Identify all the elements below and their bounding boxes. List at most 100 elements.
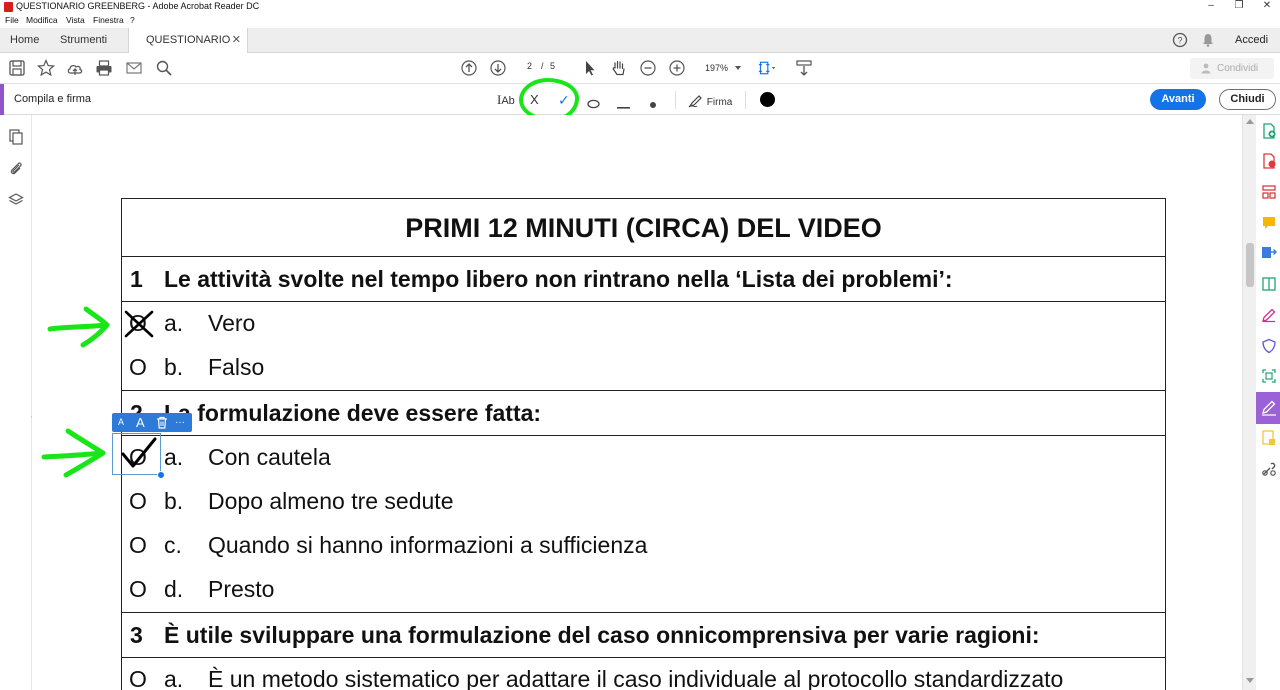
compress-icon[interactable] <box>1261 276 1277 292</box>
star-icon[interactable] <box>37 59 55 77</box>
color-picker-swatch[interactable] <box>760 92 775 107</box>
next-page-icon[interactable] <box>489 59 507 77</box>
dot-tool-icon[interactable] <box>649 96 657 114</box>
export-pdf-icon[interactable] <box>1261 153 1277 169</box>
check-annotation[interactable] <box>119 436 159 470</box>
question-text: Le attività svolte nel tempo libero non … <box>164 266 953 292</box>
scroll-down-icon[interactable] <box>1246 678 1254 683</box>
right-tools-panel <box>1256 115 1280 690</box>
resize-handle[interactable] <box>157 471 165 479</box>
close-button[interactable]: Chiudi <box>1219 89 1276 110</box>
green-arrow-2 <box>41 428 106 478</box>
document-view[interactable]: PRIMI 12 MINUTI (CIRCA) DEL VIDEO 1 Le a… <box>32 115 1242 690</box>
menu-finestra[interactable]: Finestra <box>93 15 124 25</box>
option-row[interactable]: O d. Presto <box>122 568 1165 612</box>
edit-pen-icon[interactable] <box>1261 307 1277 323</box>
page-number-input[interactable]: 2 <box>527 61 532 71</box>
page-thumbnails-icon[interactable] <box>8 129 24 145</box>
fit-page-icon[interactable] <box>758 59 776 77</box>
hand-tool-icon[interactable] <box>610 59 628 77</box>
email-icon[interactable] <box>125 59 143 77</box>
menu-vista[interactable]: Vista <box>66 15 85 25</box>
layers-icon[interactable] <box>8 192 24 208</box>
decrease-size-button[interactable]: A <box>118 413 124 432</box>
attachment-icon[interactable] <box>8 160 24 176</box>
protect-shield-icon[interactable] <box>1261 338 1277 354</box>
question-number: 3 <box>130 622 143 648</box>
menu-help[interactable]: ? <box>130 15 135 25</box>
scan-icon[interactable] <box>1261 368 1277 384</box>
window-title: QUESTIONARIO GREENBERG - Adobe Acrobat R… <box>16 1 260 11</box>
combine-files-icon[interactable] <box>1261 245 1277 261</box>
option-letter: a. <box>164 444 184 470</box>
tab-tools[interactable]: Strumenti <box>60 28 107 53</box>
question-text: La formulazione deve essere fatta: <box>164 400 542 426</box>
title-bar: QUESTIONARIO GREENBERG - Adobe Acrobat R… <box>0 0 1280 14</box>
zoom-out-icon[interactable] <box>639 59 657 77</box>
scroll-up-icon[interactable] <box>1246 119 1254 124</box>
restore-button[interactable]: ❐ <box>1224 0 1254 14</box>
print-icon[interactable] <box>95 59 113 77</box>
zoom-select[interactable]: 197% <box>697 60 745 77</box>
next-button[interactable]: Avanti <box>1150 89 1206 110</box>
increase-size-button[interactable]: A <box>136 413 145 432</box>
vertical-scrollbar[interactable] <box>1242 115 1256 690</box>
fill-sign-pen-icon <box>1262 400 1276 416</box>
menu-file[interactable]: File <box>5 15 19 25</box>
fill-sign-active-tool[interactable] <box>1256 392 1280 424</box>
bell-icon[interactable] <box>1200 32 1216 48</box>
document-title: PRIMI 12 MINUTI (CIRCA) DEL VIDEO <box>122 199 1165 257</box>
sign-tool[interactable]: Firma <box>688 91 732 109</box>
option-text: Presto <box>208 576 275 602</box>
comment-icon[interactable] <box>1261 215 1277 231</box>
left-navigation-panel <box>0 115 36 690</box>
tab-document[interactable]: QUESTIONARIO G... ✕ <box>128 28 248 71</box>
add-text-tool[interactable]: IAb <box>497 91 515 109</box>
scroll-mode-icon[interactable] <box>795 59 813 77</box>
option-row[interactable]: O a. Con cautela <box>122 436 1165 480</box>
option-letter: a. <box>164 310 184 336</box>
main-toolbar: 2 / 5 197% Condividi <box>0 53 1280 84</box>
cloud-upload-icon[interactable] <box>66 59 84 77</box>
cross-annotation[interactable] <box>123 309 155 339</box>
trash-icon[interactable] <box>156 416 168 429</box>
option-circle[interactable]: O <box>129 576 147 603</box>
close-window-button[interactable]: ✕ <box>1252 0 1280 14</box>
zoom-in-icon[interactable] <box>668 59 686 77</box>
pen-sign-icon <box>688 95 702 108</box>
scrollbar-thumb[interactable] <box>1246 243 1254 287</box>
circle-tool-icon[interactable] <box>587 95 600 113</box>
question-row: 3 È utile sviluppare una formulazione de… <box>122 613 1165 658</box>
option-row[interactable]: O b. Falso <box>122 346 1165 390</box>
save-icon[interactable] <box>8 59 26 77</box>
help-icon[interactable]: ? <box>1172 32 1188 48</box>
option-circle[interactable]: O <box>129 354 147 381</box>
previous-page-icon[interactable] <box>460 59 478 77</box>
more-tools-icon[interactable] <box>1261 461 1277 477</box>
option-circle[interactable]: O <box>129 666 147 690</box>
tab-home[interactable]: Home <box>10 28 39 53</box>
tab-bar: Home Strumenti QUESTIONARIO G... ✕ ? Acc… <box>0 28 1280 71</box>
fill-sign-toolbar: Compila e firma IAb X ✓ Firma Avanti Chi… <box>0 84 1280 115</box>
option-circle[interactable]: O <box>129 488 147 515</box>
option-row[interactable]: O a. È un metodo sistematico per adattar… <box>122 658 1165 690</box>
option-row[interactable]: O c. Quando si hanno informazioni a suff… <box>122 524 1165 568</box>
more-options-button[interactable]: ··· <box>175 413 185 432</box>
share-button[interactable]: Condividi <box>1190 58 1274 79</box>
acrobat-icon <box>4 2 13 12</box>
option-circle[interactable]: O <box>129 532 147 559</box>
sign-in-link[interactable]: Accedi <box>1235 28 1268 53</box>
organize-pages-icon[interactable] <box>1261 184 1277 200</box>
question-row: 2 La formulazione deve essere fatta: <box>122 391 1165 436</box>
create-pdf-icon[interactable] <box>1261 123 1277 139</box>
toolbar-divider <box>675 91 676 109</box>
option-row[interactable]: O b. Dopo almeno tre sedute <box>122 480 1165 524</box>
tab-close-icon[interactable]: ✕ <box>232 28 241 53</box>
select-cursor-icon[interactable] <box>581 59 599 77</box>
option-row[interactable]: O a. Vero <box>122 302 1165 346</box>
svg-text:?: ? <box>1177 36 1182 46</box>
search-icon[interactable] <box>155 59 173 77</box>
minimize-button[interactable]: – <box>1196 0 1226 14</box>
menu-modifica[interactable]: Modifica <box>26 15 58 25</box>
send-for-signature-icon[interactable] <box>1261 430 1277 446</box>
